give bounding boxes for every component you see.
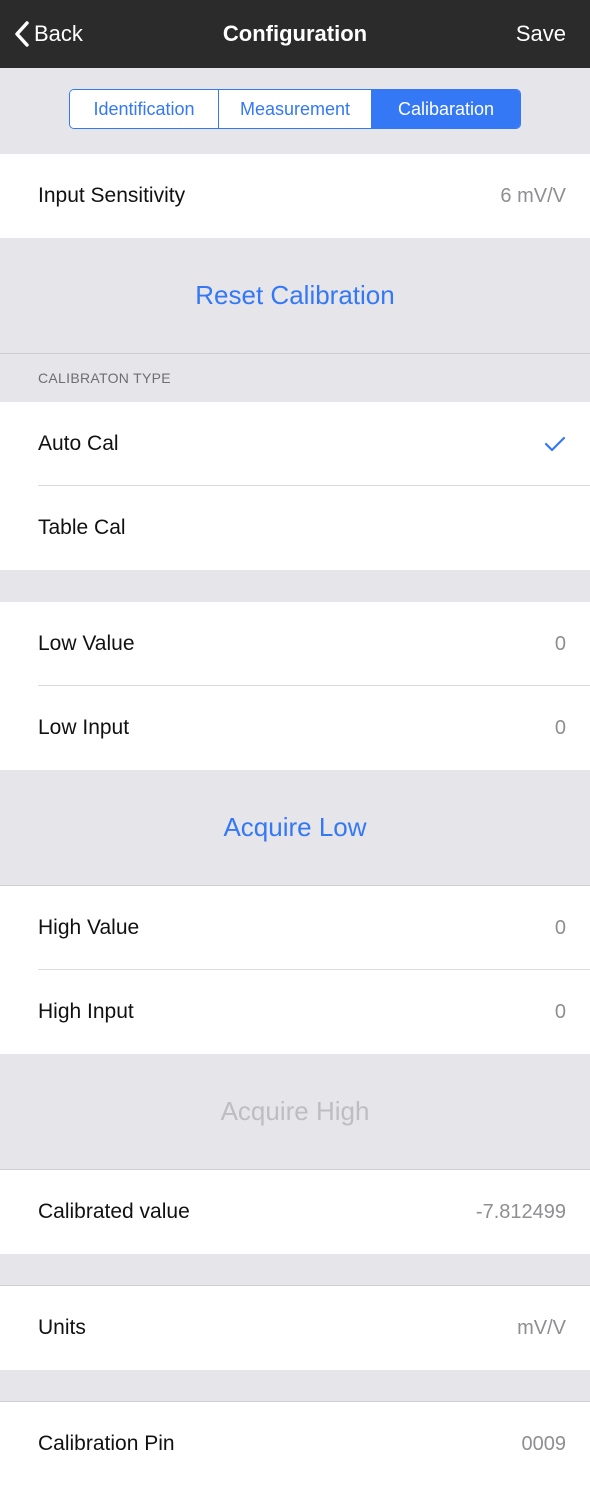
page-title: Configuration — [222, 21, 368, 46]
calibrated-value-value: -7.812499 — [475, 1200, 566, 1223]
back-label: Back — [34, 21, 83, 46]
calibration-type-header: CALIBRATON TYPE — [38, 370, 171, 386]
input-sensitivity-value: 6 mV/V — [500, 184, 566, 207]
high-value-label: High Value — [38, 916, 140, 939]
section-spacer — [0, 1254, 590, 1286]
back-button[interactable]: Back — [14, 0, 83, 68]
units-row[interactable]: Units mV/V — [0, 1286, 590, 1370]
high-input-row[interactable]: High Input 0 — [0, 970, 590, 1054]
save-button[interactable]: Save — [516, 0, 566, 68]
calibrated-value-label: Calibrated value — [38, 1200, 190, 1223]
chevron-left-icon — [15, 21, 29, 47]
high-input-label: High Input — [38, 1000, 134, 1023]
table-cal-option[interactable]: Table Cal — [0, 486, 590, 570]
table-cal-label: Table Cal — [38, 516, 126, 539]
navigation-bar: Back Configuration Save — [0, 0, 590, 68]
low-input-row[interactable]: Low Input 0 — [0, 686, 590, 770]
tab-calibration[interactable]: Calibaration — [371, 90, 520, 128]
high-value-value: 0 — [554, 916, 566, 939]
units-label: Units — [38, 1316, 86, 1339]
input-sensitivity-row[interactable]: Input Sensitivity 6 mV/V — [0, 154, 590, 238]
section-spacer — [0, 1370, 590, 1402]
checkmark-icon — [544, 436, 566, 452]
low-input-label: Low Input — [38, 716, 130, 739]
auto-cal-option[interactable]: Auto Cal — [0, 402, 590, 486]
input-sensitivity-label: Input Sensitivity — [38, 184, 186, 207]
low-value-value: 0 — [554, 632, 566, 655]
units-value: mV/V — [517, 1316, 566, 1339]
low-value-label: Low Value — [38, 632, 135, 655]
low-input-value: 0 — [554, 716, 566, 739]
segmented-control-area: Identification Measurement Calibaration — [0, 68, 590, 154]
auto-cal-label: Auto Cal — [38, 432, 119, 455]
acquire-high-button[interactable]: Acquire High — [0, 1054, 590, 1170]
high-value-row[interactable]: High Value 0 — [0, 886, 590, 970]
tab-measurement[interactable]: Measurement — [218, 90, 371, 128]
tab-identification[interactable]: Identification — [70, 90, 218, 128]
calibration-pin-value: 0009 — [521, 1432, 567, 1455]
reset-calibration-button[interactable]: Reset Calibration — [0, 238, 590, 354]
low-value-row[interactable]: Low Value 0 — [0, 602, 590, 686]
calibration-pin-label: Calibration Pin — [38, 1432, 175, 1455]
acquire-low-button[interactable]: Acquire Low — [0, 770, 590, 886]
calibrated-value-row: Calibrated value -7.812499 — [0, 1170, 590, 1254]
segmented-control: Identification Measurement Calibaration — [69, 89, 521, 129]
calibration-pin-row[interactable]: Calibration Pin 0009 — [0, 1402, 590, 1486]
high-input-value: 0 — [554, 1000, 566, 1023]
